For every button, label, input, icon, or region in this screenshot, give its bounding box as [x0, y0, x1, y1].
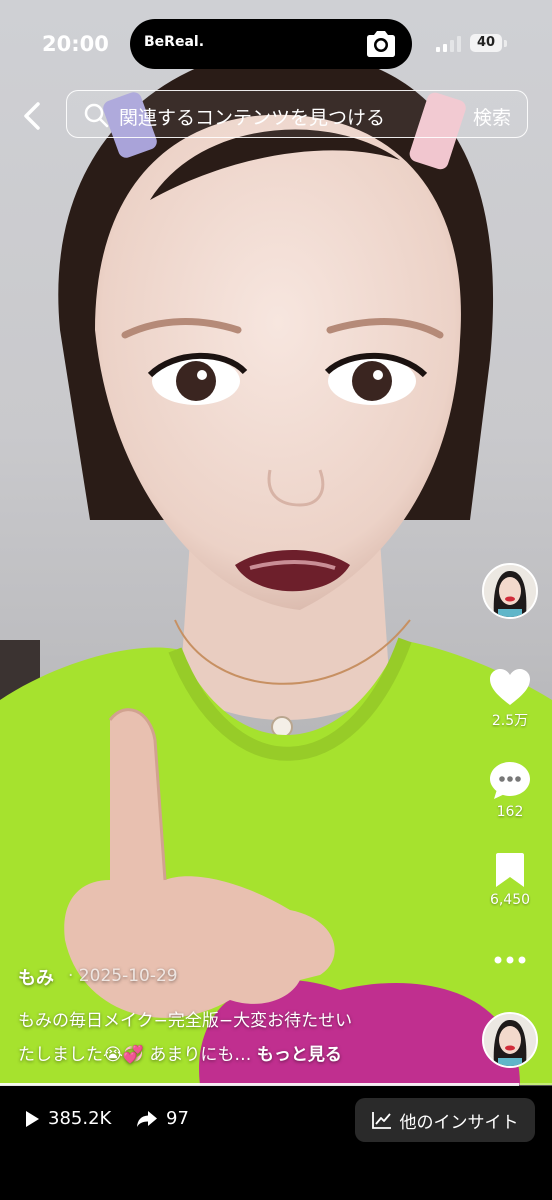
search-input[interactable]: 関連するコンテンツを見つける 検索 [66, 90, 528, 138]
caption-line-2: たしました😭💞 あまりにも… もっと見る [18, 1038, 438, 1072]
search-icon [84, 103, 109, 128]
camera-icon [367, 31, 395, 57]
share-arrow-icon [137, 1110, 157, 1127]
caption-line-1: もみの毎日メイク−完全版−大変お待たせい [18, 1011, 353, 1031]
chart-line-icon [371, 1112, 391, 1129]
bookmark-icon [496, 853, 524, 887]
island-app-label: BeReal. [144, 34, 205, 50]
signal-icon [436, 36, 461, 52]
view-count: 385.2K [48, 1108, 112, 1129]
battery-indicator: 40 [470, 34, 502, 52]
heart-icon [490, 669, 530, 705]
sound-disc-illustration [484, 1014, 536, 1066]
insights-button[interactable]: 他のインサイト [355, 1098, 535, 1142]
play-icon [26, 1110, 39, 1127]
bottom-bar: 385.2K 97 他のインサイト [0, 1086, 552, 1200]
like-count: 2.5万 [491, 713, 529, 729]
caption-line-2-text: たしました😭💞 あまりにも… [18, 1045, 257, 1065]
see-more-link[interactable]: もっと見る [257, 1045, 342, 1065]
dynamic-island[interactable]: BeReal. [130, 19, 412, 69]
more-options-button[interactable] [484, 952, 536, 968]
share-count: 97 [166, 1108, 189, 1129]
creator-avatar[interactable] [482, 563, 538, 619]
search-button[interactable]: 検索 [473, 103, 511, 130]
back-chevron-icon[interactable] [18, 100, 46, 132]
insights-label: 他のインサイト [399, 1112, 519, 1133]
more-dots-icon [494, 956, 526, 964]
save-count: 6,450 [489, 892, 531, 908]
post-caption[interactable]: もみの毎日メイク−完全版−大変お待たせい たしました😭💞 あまりにも… もっと見… [18, 1004, 438, 1072]
comment-count: 162 [496, 804, 524, 820]
video-player[interactable] [0, 0, 552, 1085]
comment-button[interactable]: 162 [484, 760, 536, 820]
post-date: · 2025-10-29 [68, 966, 178, 986]
view-stat: 385.2K [24, 1108, 111, 1129]
share-stat: 97 [136, 1108, 189, 1129]
status-time: 20:00 [42, 32, 109, 56]
search-placeholder: 関連するコンテンツを見つける [119, 107, 386, 129]
avatar-illustration [484, 565, 536, 617]
author-name[interactable]: もみ [18, 964, 54, 990]
save-button[interactable]: 6,450 [484, 852, 536, 908]
like-button[interactable]: 2.5万 [484, 668, 536, 730]
video-frame-illustration [0, 49, 552, 1085]
sound-avatar[interactable] [482, 1012, 538, 1068]
battery-nub [504, 40, 507, 47]
comment-icon [490, 762, 530, 799]
